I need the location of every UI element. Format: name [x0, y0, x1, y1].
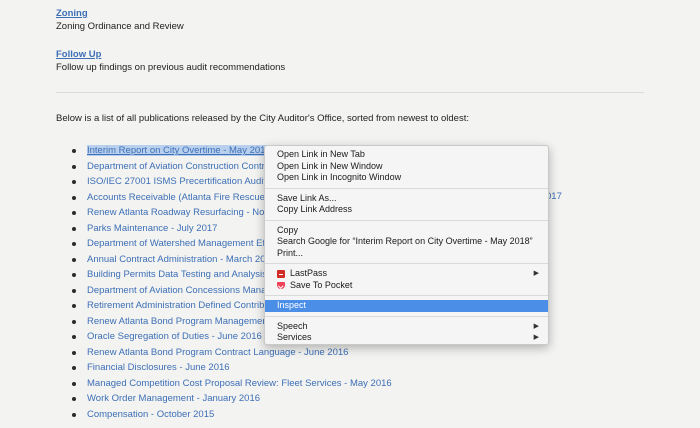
bullet-icon: [72, 180, 76, 184]
bullet-icon: [72, 381, 76, 386]
menu-item-print[interactable]: Print...: [265, 248, 548, 260]
publication-link[interactable]: Interim Report on City Overtime - May 20…: [87, 145, 271, 156]
publication-link[interactable]: Work Order Management - January 2016: [87, 393, 260, 404]
menu-item-label: Save Link As...: [277, 192, 337, 203]
lastpass-icon: [277, 270, 285, 278]
menu-item-inspect[interactable]: Inspect: [265, 300, 548, 312]
section-description: Follow up findings on previous audit rec…: [56, 62, 286, 73]
bullet-icon: [72, 195, 76, 200]
divider: [56, 92, 644, 93]
bullet-icon: [72, 211, 76, 215]
menu-item-open-link-in-new-window[interactable]: Open Link in New Window: [265, 161, 548, 173]
menu-item-open-link-in-new-tab[interactable]: Open Link in New Tab: [265, 149, 548, 161]
bullet-icon: [72, 257, 76, 262]
menu-item-services[interactable]: Services ▶: [265, 332, 548, 344]
publication-item: Work Order Management - January 2016: [72, 391, 392, 407]
bullet-icon: [72, 164, 76, 169]
publication-link[interactable]: Renew Atlanta Roadway Resurfacing - No: [87, 207, 264, 218]
menu-item-label: Print...: [277, 247, 304, 258]
bullet-icon: [72, 149, 76, 153]
menu-item-label: Save To Pocket: [290, 279, 353, 290]
menu-item-label: Inspect: [277, 300, 307, 310]
menu-item-open-link-in-incognito-window[interactable]: Open Link in Incognito Window: [265, 172, 548, 184]
bullet-icon: [72, 304, 76, 308]
bullet-icon: [72, 288, 76, 293]
bullet-icon: [72, 273, 76, 277]
menu-separator: [265, 295, 548, 296]
publication-link[interactable]: Parks Maintenance - July 2017: [87, 223, 217, 234]
menu-item-label: LastPass: [290, 268, 328, 278]
menu-item-copy[interactable]: Copy: [265, 225, 548, 237]
intro-text: Below is a list of all publications rele…: [56, 113, 469, 124]
menu-item-copy-link-address[interactable]: Copy Link Address: [265, 204, 548, 216]
menu-item-label: Services: [277, 332, 312, 342]
section-description: Zoning Ordinance and Review: [56, 21, 184, 32]
menu-item-label: Speech: [277, 320, 308, 331]
menu-item-label: Copy: [277, 224, 299, 235]
menu-item-lastpass[interactable]: LastPass ▶: [265, 268, 548, 280]
publication-link[interactable]: Department of Watershed Management Ef: [87, 238, 265, 249]
menu-separator: [265, 263, 548, 264]
section-zoning: Zoning Zoning Ordinance and Review: [56, 7, 184, 33]
publication-link[interactable]: Renew Atlanta Bond Program Managemer: [87, 316, 266, 327]
section-title-link[interactable]: Follow Up: [56, 48, 285, 61]
bullet-icon: [72, 412, 76, 417]
publication-link[interactable]: Managed Competition Cost Proposal Review…: [87, 378, 392, 389]
publication-link[interactable]: Department of Aviation Construction Cont…: [87, 161, 265, 172]
bullet-icon: [72, 335, 76, 339]
section-title-link[interactable]: Zoning: [56, 7, 184, 20]
publication-link[interactable]: ISO/IEC 27001 ISMS Precertification Audi…: [87, 176, 266, 187]
publication-link[interactable]: Oracle Segregation of Duties - June 2016: [87, 331, 262, 342]
menu-item-label: Open Link in Incognito Window: [277, 172, 402, 182]
bullet-icon: [72, 350, 76, 355]
pocket-icon: [277, 281, 285, 289]
web-page: Zoning Zoning Ordinance and Review Follo…: [0, 0, 700, 428]
submenu-arrow-icon: ▶: [533, 270, 539, 277]
menu-item-label: Search Google for “Interim Report on Cit…: [277, 236, 533, 246]
menu-separator: [265, 315, 548, 317]
publication-item: Compensation - October 2015: [72, 407, 392, 423]
bullet-icon: [72, 397, 76, 401]
menu-item-save-link-as[interactable]: Save Link As...: [265, 193, 548, 205]
publication-item: Managed Competition Cost Proposal Review…: [72, 376, 392, 392]
bullet-icon: [72, 319, 76, 324]
bullet-icon: [72, 226, 76, 231]
menu-separator: [265, 187, 548, 189]
bullet-icon: [72, 242, 76, 246]
menu-item-label: Open Link in New Tab: [277, 149, 365, 159]
publication-link[interactable]: Compensation - October 2015: [87, 409, 214, 420]
publication-link[interactable]: Annual Contract Administration - March 2…: [87, 254, 265, 265]
publication-link[interactable]: Renew Atlanta Bond Program Contract Lang…: [87, 347, 348, 358]
publication-link[interactable]: Department of Aviation Concessions Mana: [87, 285, 266, 296]
submenu-arrow-icon: ▶: [533, 322, 539, 330]
publication-link[interactable]: Financial Disclosures - June 2016: [87, 362, 230, 373]
menu-item-speech[interactable]: Speech ▶: [265, 321, 548, 333]
menu-item-label: Open Link in New Window: [277, 160, 383, 171]
menu-separator: [265, 219, 548, 221]
publication-item: Renew Atlanta Bond Program Contract Lang…: [72, 345, 392, 361]
publication-item: Financial Disclosures - June 2016: [72, 360, 392, 376]
menu-item-save-to-pocket[interactable]: Save To Pocket: [265, 280, 548, 292]
publication-link[interactable]: Accounts Receivable (Atlanta Fire Rescue: [87, 192, 265, 203]
submenu-arrow-icon: ▶: [533, 334, 539, 341]
menu-item-search-google-for-interim-report-on-city[interactable]: Search Google for “Interim Report on Cit…: [265, 236, 548, 248]
publication-link[interactable]: Building Permits Data Testing and Analys…: [87, 269, 267, 280]
context-menu: Open Link in New Tab Open Link in New Win…: [264, 145, 549, 345]
publication-link[interactable]: Retirement Administration Defined Contri…: [87, 300, 264, 311]
menu-item-label: Copy Link Address: [277, 204, 353, 214]
section-follow-up: Follow Up Follow up findings on previous…: [56, 48, 285, 74]
bullet-icon: [72, 366, 76, 370]
